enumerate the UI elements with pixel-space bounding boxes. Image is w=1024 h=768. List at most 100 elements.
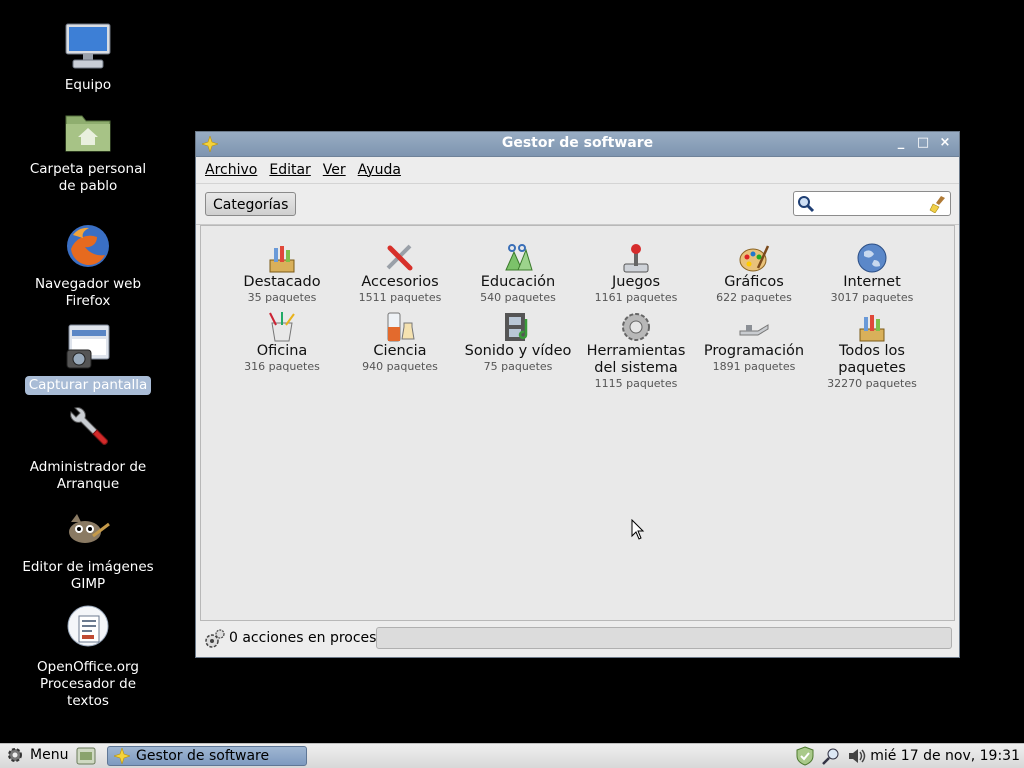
start-menu-button[interactable]: Menu [6, 746, 68, 764]
category-name: Todos los paquetes [838, 343, 906, 376]
close-button[interactable]: × [937, 135, 953, 151]
taskbar: Menu Gestor de software mié 17 de nov, 1… [0, 743, 1024, 768]
category-programacion[interactable]: Programación 1891 paquetes [695, 311, 813, 391]
taskbar-task-label: Gestor de software [136, 748, 270, 764]
graphics-palette-icon [739, 245, 770, 272]
category-accesorios[interactable]: Accesorios 1511 paquetes [341, 242, 459, 305]
category-count: 316 paquetes [244, 360, 320, 373]
desktop-icon-label: Carpeta personal de pablo [29, 161, 147, 194]
category-name: Educación [480, 274, 556, 290]
category-count: 1891 paquetes [712, 360, 796, 373]
office-icon [269, 312, 295, 342]
system-tray [795, 746, 867, 766]
category-count: 75 paquetes [483, 360, 553, 373]
start-menu-label: Menu [30, 747, 69, 763]
search-input[interactable] [793, 191, 951, 216]
desktop-icon-home-folder[interactable]: Carpeta personal de pablo [18, 106, 158, 196]
desktop-icon-equipo[interactable]: Equipo [18, 22, 158, 95]
programming-icon [739, 324, 769, 336]
desktop-icon-label: Capturar pantalla [24, 376, 152, 395]
taskbar-task-software-manager[interactable]: Gestor de software [107, 746, 307, 766]
desktop-icon-firefox[interactable]: Navegador web Firefox [18, 221, 158, 311]
mouse-pointer-icon [631, 519, 645, 540]
wrench-icon [70, 407, 108, 445]
category-name: Ciencia [373, 343, 427, 359]
menu-archivo[interactable]: Archivo [204, 162, 258, 178]
category-name: Oficina [256, 343, 308, 359]
desktop-icon-gimp[interactable]: Editor de imágenes GIMP [18, 504, 158, 594]
menu-ayuda[interactable]: Ayuda [357, 162, 402, 178]
gimp-icon [69, 514, 110, 543]
menu-ver[interactable]: Ver [322, 162, 347, 178]
category-count: 940 paquetes [362, 360, 438, 373]
category-name: Internet [843, 274, 901, 290]
categories-view: Destacado 35 paquetes Accesorios 1511 pa… [200, 225, 955, 621]
minimize-button[interactable]: _ [893, 135, 909, 151]
category-grid: Destacado 35 paquetes Accesorios 1511 pa… [223, 242, 931, 391]
category-ciencia[interactable]: Ciencia 940 paquetes [341, 311, 459, 391]
category-count: 1511 paquetes [358, 291, 442, 304]
desktop-icon-label: Navegador web Firefox [34, 276, 142, 309]
system-tools-icon [622, 313, 650, 341]
clear-search-icon[interactable] [929, 195, 947, 213]
all-packages-icon [859, 315, 885, 342]
category-internet[interactable]: Internet 3017 paquetes [813, 242, 931, 305]
category-count: 1115 paquetes [594, 377, 678, 390]
toolbar: Categorías [196, 184, 959, 225]
category-educacion[interactable]: Educación 540 paquetes [459, 242, 577, 305]
menubar: Archivo Editar Ver Ayuda [196, 157, 959, 184]
category-graficos[interactable]: Gráficos 622 paquetes [695, 242, 813, 305]
category-name: Sonido y vídeo [464, 343, 572, 359]
category-count: 1161 paquetes [594, 291, 678, 304]
category-name: Herramientas del sistema [586, 343, 686, 376]
category-oficina[interactable]: Oficina 316 paquetes [223, 311, 341, 391]
category-count: 622 paquetes [716, 291, 792, 304]
shield-check-icon[interactable] [795, 746, 815, 766]
software-manager-icon [114, 748, 130, 764]
category-todos[interactable]: Todos los paquetes 32270 paquetes [813, 311, 931, 391]
computer-icon [65, 23, 111, 69]
category-count: 540 paquetes [480, 291, 556, 304]
screenshot-icon [66, 324, 110, 369]
search-icon [798, 196, 815, 213]
network-search-icon[interactable] [821, 746, 841, 766]
categories-button[interactable]: Categorías [205, 192, 297, 216]
show-desktop-icon[interactable] [76, 746, 96, 766]
category-name: Gráficos [724, 274, 784, 290]
desktop-icon-screenshot[interactable]: Capturar pantalla [18, 322, 158, 395]
gear-icon [8, 748, 22, 762]
gears-icon [205, 629, 225, 648]
firefox-icon [67, 225, 109, 267]
desktop-icon-label: Equipo [64, 77, 112, 93]
volume-icon[interactable] [847, 746, 867, 766]
science-icon [387, 312, 415, 342]
category-count: 32270 paquetes [827, 377, 917, 390]
category-count: 3017 paquetes [830, 291, 914, 304]
desktop-icon-label: OpenOffice.org Procesador de textos [37, 659, 139, 709]
desktop-icon-writer[interactable]: OpenOffice.org Procesador de textos [18, 604, 158, 711]
category-name: Juegos [611, 274, 661, 290]
writer-icon [67, 605, 109, 647]
featured-icon [269, 246, 295, 273]
desktop-icon-label: Editor de imágenes GIMP [22, 559, 154, 592]
category-name: Programación [703, 343, 805, 359]
category-juegos[interactable]: Juegos 1161 paquetes [577, 242, 695, 305]
accessories-icon [386, 244, 413, 271]
menu-editar[interactable]: Editar [268, 162, 311, 178]
desktop-icon-boot-manager[interactable]: Administrador de Arranque [18, 404, 158, 494]
desktop-icon-label: Administrador de Arranque [29, 459, 147, 492]
window-title: Gestor de software [501, 135, 654, 151]
software-manager-window: Gestor de software _ □ × Archivo Editar … [195, 131, 960, 658]
category-destacado[interactable]: Destacado 35 paquetes [223, 242, 341, 305]
window-titlebar[interactable]: Gestor de software _ □ × [196, 132, 959, 157]
clock[interactable]: mié 17 de nov, 19:31 [870, 748, 1020, 764]
maximize-button[interactable]: □ [915, 135, 931, 151]
category-count: 35 paquetes [247, 291, 317, 304]
category-sonido-video[interactable]: Sonido y vídeo 75 paquetes [459, 311, 577, 391]
games-joystick-icon [623, 244, 649, 273]
status-text: 0 acciones en proceso [229, 630, 386, 646]
home-folder-icon [65, 115, 111, 152]
category-name: Destacado [243, 274, 321, 290]
statusbar: 0 acciones en proceso [200, 625, 955, 653]
category-herramientas[interactable]: Herramientas del sistema 1115 paquetes [577, 311, 695, 391]
